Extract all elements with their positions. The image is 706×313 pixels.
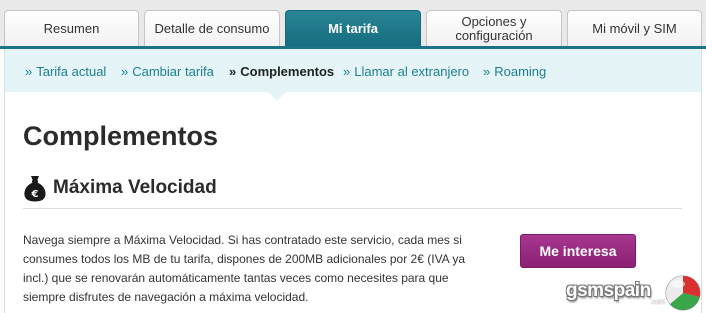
chevron-right-icon: » — [229, 64, 237, 79]
tab-detalle-de-consumo[interactable]: Detalle de consumo — [144, 10, 280, 47]
watermark-text: gsmspain — [566, 280, 651, 301]
chevron-right-icon: » — [121, 64, 129, 79]
me-interesa-button[interactable]: Me interesa — [520, 234, 636, 268]
subnav-item-roaming[interactable]: » Roaming — [483, 64, 546, 79]
active-subnav-pointer — [268, 92, 286, 101]
watermark-suffix: .com — [650, 299, 666, 306]
tab-label: Mi tarifa — [328, 21, 378, 36]
watermark-logo: gsmspain .com — [564, 272, 706, 313]
tab-mi-movil-y-sim[interactable]: Mi móvil y SIM — [567, 10, 702, 47]
subnav-item-label: Cambiar tarifa — [132, 64, 214, 79]
sub-navigation: » Tarifa actual » Cambiar tarifa » Compleme… — [4, 49, 702, 92]
tab-label: Resumen — [43, 21, 100, 36]
chevron-right-icon: » — [483, 64, 491, 79]
chevron-right-icon: » — [343, 64, 351, 79]
subnav-item-label: Roaming — [494, 64, 547, 79]
tab-resumen[interactable]: Resumen — [4, 10, 139, 47]
subnav-item-complementos[interactable]: » Complementos — [229, 64, 334, 79]
subnav-item-label: Tarifa actual — [36, 64, 107, 79]
euro-symbol: € — [31, 189, 39, 200]
button-label: Me interesa — [539, 243, 617, 259]
section-title: Máxima Velocidad — [53, 177, 217, 198]
section-divider — [23, 208, 682, 209]
tab-opciones-y-configuracion[interactable]: Opciones y configuración — [426, 10, 562, 47]
section-description: Navega siempre a Máxima Velocidad. Si ha… — [23, 233, 466, 304]
tab-mi-tarifa[interactable]: Mi tarifa — [285, 10, 421, 47]
money-bag-euro-icon: € — [23, 174, 47, 202]
subnav-item-label: Llamar al extranjero — [354, 64, 470, 79]
tab-label: Opciones y configuración — [455, 14, 533, 43]
subnav-item-llamar-al-extranjero[interactable]: » Llamar al extranjero — [343, 64, 469, 79]
chevron-right-icon: » — [25, 64, 33, 79]
subnav-item-label: Complementos — [240, 64, 335, 79]
page-title: Complementos — [23, 121, 219, 151]
subnav-item-cambiar-tarifa[interactable]: » Cambiar tarifa — [121, 64, 214, 79]
subnav-item-tarifa-actual[interactable]: » Tarifa actual — [25, 64, 106, 79]
globe-logo-icon — [665, 275, 701, 311]
tab-label: Mi móvil y SIM — [592, 21, 677, 36]
tab-label: Detalle de consumo — [154, 21, 270, 36]
main-tab-bar: Resumen Detalle de consumo Mi tarifa Opc… — [0, 0, 706, 49]
